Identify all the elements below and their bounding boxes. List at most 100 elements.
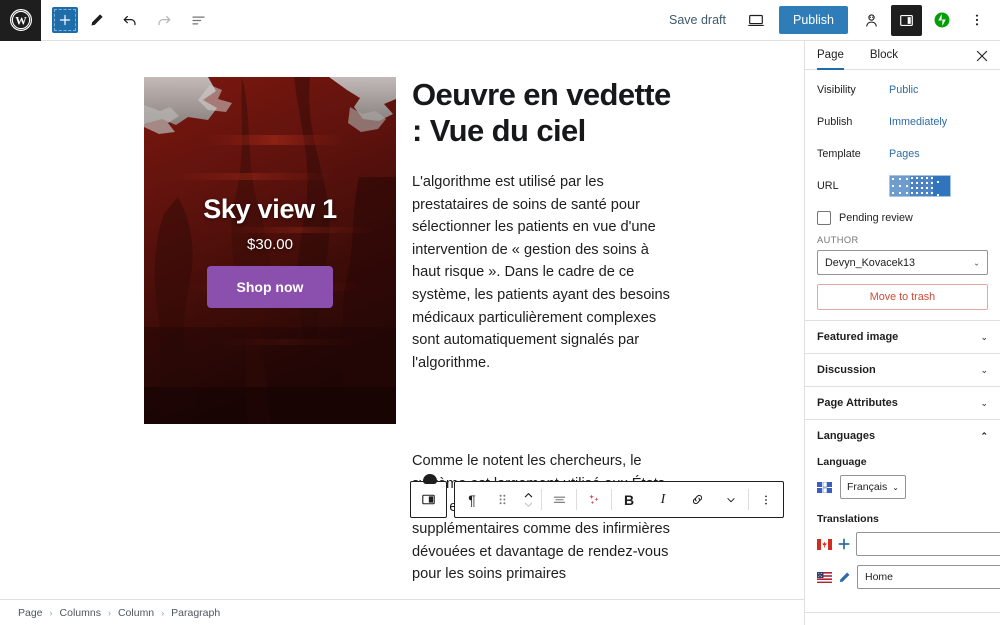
france-flag-icon [817, 481, 832, 493]
pending-review-checkbox[interactable] [817, 211, 831, 225]
close-icon[interactable] [972, 46, 992, 66]
panel-discussion-label: Discussion [817, 364, 876, 376]
block-options-icon[interactable] [749, 482, 783, 517]
settings-sidebar-icon[interactable] [891, 4, 922, 36]
paragraph-block-2[interactable]: Comme le notent les chercheurs, le systè… [412, 450, 676, 586]
column-block-left: Sky view 1 $30.00 Shop now [144, 77, 396, 599]
jetpack-icon[interactable] [926, 5, 957, 36]
publish-label: Publish [817, 116, 853, 128]
cover-title[interactable]: Sky view 1 [144, 194, 396, 225]
block-toolbar: ¶ B I [410, 474, 784, 518]
language-value: Français [847, 481, 888, 493]
ai-sparkle-icon[interactable] [577, 482, 611, 517]
translation-row-usa [817, 565, 1000, 589]
chevron-down-icon[interactable] [714, 482, 748, 517]
languages-panel-header[interactable]: Languages ⌃ [817, 430, 988, 442]
tab-page[interactable]: Page [817, 41, 856, 70]
usa-flag-icon [817, 571, 832, 583]
save-draft-button[interactable]: Save draft [659, 7, 736, 33]
edit-translation-pencil-icon[interactable] [838, 571, 851, 584]
url-loading-skeleton[interactable] [889, 175, 951, 197]
author-value: Devyn_Kovacek13 [825, 256, 916, 269]
editor-canvas: Sky view 1 $30.00 Shop now Oeuvre en ved… [0, 41, 804, 599]
template-value[interactable]: Pages [889, 148, 920, 160]
template-row: Template Pages [817, 143, 988, 165]
drag-handle-icon[interactable] [489, 482, 515, 517]
tab-block[interactable]: Block [870, 41, 910, 70]
translations-label: Translations [817, 513, 879, 525]
top-bar-right-tools: Save draft Publish [659, 4, 1000, 36]
paragraph-icon[interactable]: ¶ [455, 482, 489, 517]
publish-button[interactable]: Publish [779, 6, 848, 34]
publish-value[interactable]: Immediately [889, 116, 947, 128]
move-to-trash-button[interactable]: Move to trash [817, 284, 988, 310]
move-up-down-icon[interactable] [515, 482, 541, 517]
desktop-preview-icon[interactable] [740, 5, 771, 36]
panel-page-attributes-label: Page Attributes [817, 397, 898, 409]
panel-featured-image[interactable]: Featured image ⌄ [805, 321, 1000, 354]
list-view-icon[interactable] [182, 4, 214, 36]
svg-text:W: W [15, 16, 27, 28]
cover-block[interactable]: Sky view 1 $30.00 Shop now [144, 77, 396, 424]
undo-arrow-icon[interactable] [114, 4, 146, 36]
panel-discussion[interactable]: Discussion ⌄ [805, 354, 1000, 387]
chevron-down-icon: ⌄ [973, 258, 980, 267]
columns-block: Sky view 1 $30.00 Shop now Oeuvre en ved… [144, 77, 676, 599]
language-select[interactable]: Français ⌄ [840, 475, 906, 499]
chevron-down-icon: ⌄ [980, 397, 988, 408]
chevron-down-icon: ⌄ [980, 364, 988, 375]
author-heading: AUTHOR [817, 235, 859, 245]
translation-input-usa[interactable] [857, 565, 1000, 589]
visibility-value[interactable]: Public [889, 84, 918, 96]
block-anchor-marker [423, 474, 437, 484]
top-bar-left-tools [41, 4, 214, 36]
publish-row: Publish Immediately [817, 111, 988, 133]
chevron-down-icon: ⌄ [980, 331, 988, 342]
breadcrumb: Page › Columns › Column › Paragraph [0, 599, 804, 625]
align-text-icon[interactable] [542, 482, 576, 517]
paragraph-block-1[interactable]: L'algorithme est utilisé par les prestat… [412, 171, 676, 374]
sidebar-body: Visibility Public Publish Immediately Te… [805, 70, 1000, 625]
author-select[interactable]: Devyn_Kovacek13 ⌄ [817, 250, 988, 275]
canada-flag-icon [817, 538, 832, 550]
language-row: Français ⌄ [817, 475, 988, 499]
add-block-button[interactable] [52, 7, 78, 33]
shop-now-button[interactable]: Shop now [206, 265, 334, 308]
visibility-row: Visibility Public [817, 79, 988, 101]
template-label: Template [817, 148, 861, 160]
editor-top-bar: W Save draft Publish [0, 0, 1000, 41]
translation-input-canada[interactable] [856, 532, 1000, 556]
user-avatar-icon[interactable] [856, 5, 887, 36]
breadcrumb-item-column[interactable]: Column [118, 607, 154, 619]
visibility-label: Visibility [817, 84, 856, 96]
block-format-toolbar: ¶ B I [454, 481, 784, 518]
breadcrumb-item-page[interactable]: Page [18, 607, 43, 619]
languages-panel-label: Languages [817, 430, 876, 442]
add-translation-plus-icon[interactable] [838, 538, 850, 550]
italic-button[interactable]: I [646, 482, 680, 517]
breadcrumb-separator: › [49, 607, 53, 618]
wordpress-block-editor: W Save draft Publish Sky view 1 $30.00 S… [0, 0, 1000, 625]
breadcrumb-separator: › [161, 607, 165, 618]
redo-arrow-icon [148, 4, 180, 36]
settings-sidebar: Page Block Visibility Public Publish Imm… [804, 41, 1000, 625]
link-icon[interactable] [680, 482, 714, 517]
page-title[interactable]: Oeuvre en vedette : Vue du ciel [412, 77, 676, 149]
vertical-dots-icon[interactable] [961, 5, 992, 36]
parent-block-selector [410, 474, 447, 518]
columns-block-icon[interactable] [411, 474, 445, 517]
pencil-icon[interactable] [80, 4, 112, 36]
breadcrumb-item-paragraph[interactable]: Paragraph [171, 607, 220, 619]
chevron-down-icon: ⌄ [892, 482, 899, 492]
cover-price[interactable]: $30.00 [144, 236, 396, 253]
wordpress-logo-icon[interactable]: W [0, 0, 41, 41]
chevron-up-icon: ⌃ [980, 430, 988, 441]
pending-review-row: Pending review [817, 211, 988, 225]
status-and-visibility-section: Visibility Public Publish Immediately Te… [805, 70, 1000, 321]
breadcrumb-separator: › [107, 607, 111, 618]
breadcrumb-item-columns[interactable]: Columns [60, 607, 101, 619]
panel-page-attributes[interactable]: Page Attributes ⌄ [805, 387, 1000, 420]
translation-row-canada [817, 532, 1000, 556]
bold-button[interactable]: B [612, 482, 646, 517]
panel-languages: Languages ⌃ Language Français ⌄ Translat… [805, 420, 1000, 613]
